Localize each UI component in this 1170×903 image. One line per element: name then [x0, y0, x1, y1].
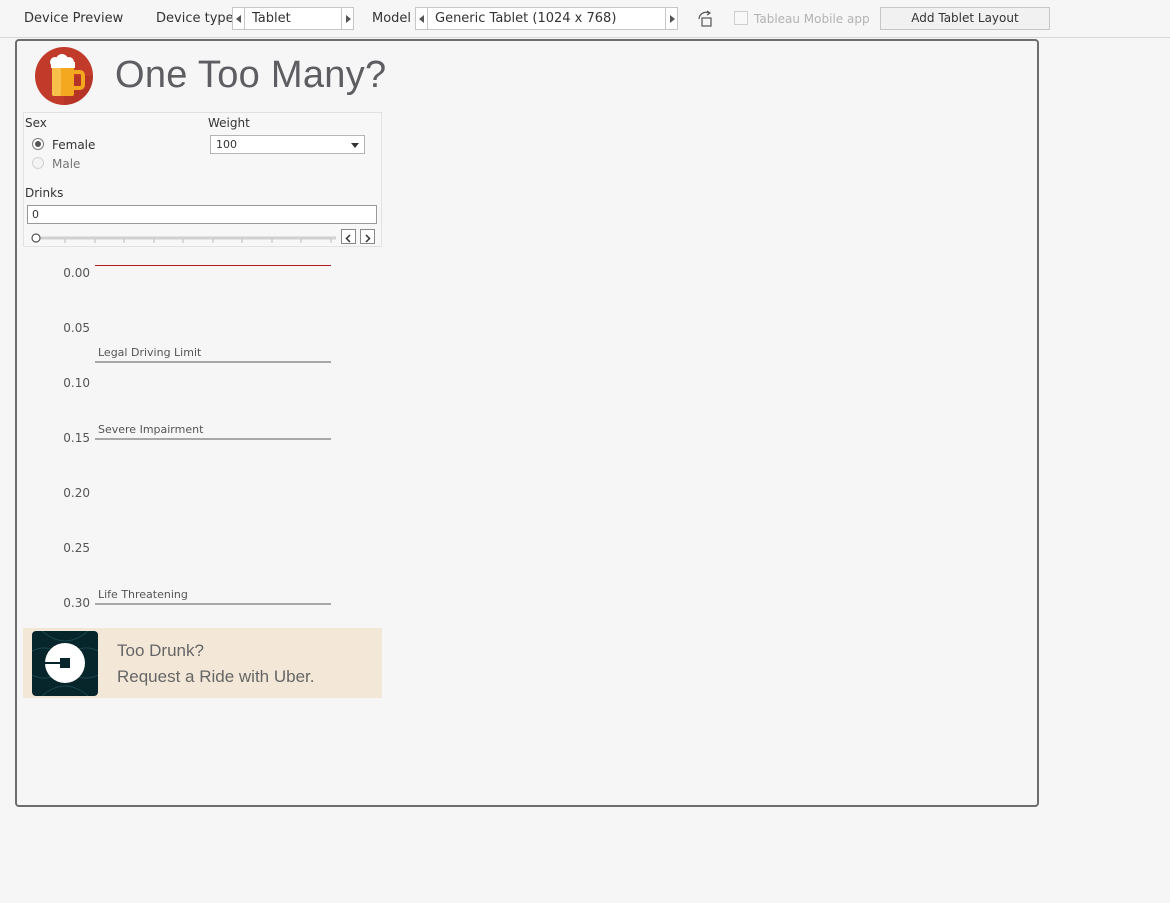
model-value: Generic Tablet (1024 x 768): [435, 11, 617, 26]
reference-line: [95, 438, 331, 440]
y-tick-label: 0.30: [63, 596, 90, 610]
arrow-left-icon: [419, 15, 424, 23]
reference-line: [95, 603, 331, 605]
device-preview-toolbar: Device Preview Device type Tablet Model …: [0, 0, 1170, 38]
sex-filter-label: Sex: [25, 116, 47, 130]
y-tick-label: 0.15: [63, 431, 90, 445]
y-tick-label: 0.00: [63, 266, 90, 280]
arrow-right-icon: [346, 15, 351, 23]
model-next-button[interactable]: [665, 8, 677, 29]
y-tick-label: 0.05: [63, 321, 90, 335]
model-stepper[interactable]: Generic Tablet (1024 x 768): [415, 7, 678, 30]
chevron-right-icon: [365, 234, 371, 243]
bac-chart: 0.00 0.05 0.10 0.15 0.20 0.25 0.30 Legal Drivin…: [23, 255, 383, 620]
bac-bar[interactable]: [95, 265, 331, 266]
model-label: Model: [372, 11, 412, 26]
device-type-stepper[interactable]: Tablet: [232, 7, 354, 30]
drinks-increment-button[interactable]: [360, 229, 375, 244]
reference-line-label: Life Threatening: [98, 588, 188, 601]
uber-banner-line2: Request a Ride with Uber.: [117, 667, 315, 686]
y-tick-label: 0.10: [63, 376, 90, 390]
chevron-down-icon: [351, 143, 359, 148]
add-tablet-layout-button[interactable]: Add Tablet Layout: [880, 7, 1050, 30]
chevron-left-icon: [345, 234, 351, 243]
mobile-app-checkbox[interactable]: [734, 11, 748, 25]
drinks-input[interactable]: 0: [27, 205, 377, 224]
slider-thumb[interactable]: [31, 233, 41, 243]
reference-line-label: Severe Impairment: [98, 423, 204, 436]
reference-line: [95, 361, 331, 363]
arrow-left-icon: [236, 15, 241, 23]
beer-mug-logo-icon: [35, 47, 93, 105]
sex-option-male-label: Male: [52, 157, 81, 171]
filter-panel: [23, 112, 382, 247]
weight-dropdown[interactable]: 100: [210, 135, 365, 154]
drinks-decrement-button[interactable]: [341, 229, 356, 244]
model-prev-button[interactable]: [416, 8, 428, 29]
reference-line-label: Legal Driving Limit: [98, 346, 202, 359]
drinks-slider[interactable]: [28, 230, 340, 246]
device-preview-label: Device Preview: [24, 11, 124, 26]
device-type-prev-button[interactable]: [233, 8, 245, 29]
uber-banner-line1: Too Drunk?: [117, 641, 204, 660]
uber-logo-icon: [32, 631, 98, 696]
device-type-label: Device type: [156, 11, 234, 26]
device-type-value: Tablet: [252, 11, 291, 26]
dashboard-title: One Too Many?: [115, 54, 387, 96]
drinks-filter-label: Drinks: [25, 186, 64, 200]
y-tick-label: 0.25: [63, 541, 90, 555]
weight-filter-label: Weight: [208, 116, 250, 130]
y-tick-label: 0.20: [63, 486, 90, 500]
uber-banner[interactable]: Too Drunk? Request a Ride with Uber.: [23, 628, 382, 698]
sex-option-female-label: Female: [52, 138, 96, 152]
drinks-input-value: 0: [32, 208, 39, 221]
device-type-next-button[interactable]: [341, 8, 353, 29]
rotate-device-icon[interactable]: [696, 9, 716, 29]
sex-radio-male[interactable]: [32, 157, 44, 169]
weight-selected-value: 100: [216, 138, 237, 151]
sex-radio-female[interactable]: [32, 138, 44, 150]
arrow-right-icon: [670, 15, 675, 23]
mobile-app-label: Tableau Mobile app: [754, 12, 870, 26]
radio-selected-dot: [35, 141, 41, 147]
